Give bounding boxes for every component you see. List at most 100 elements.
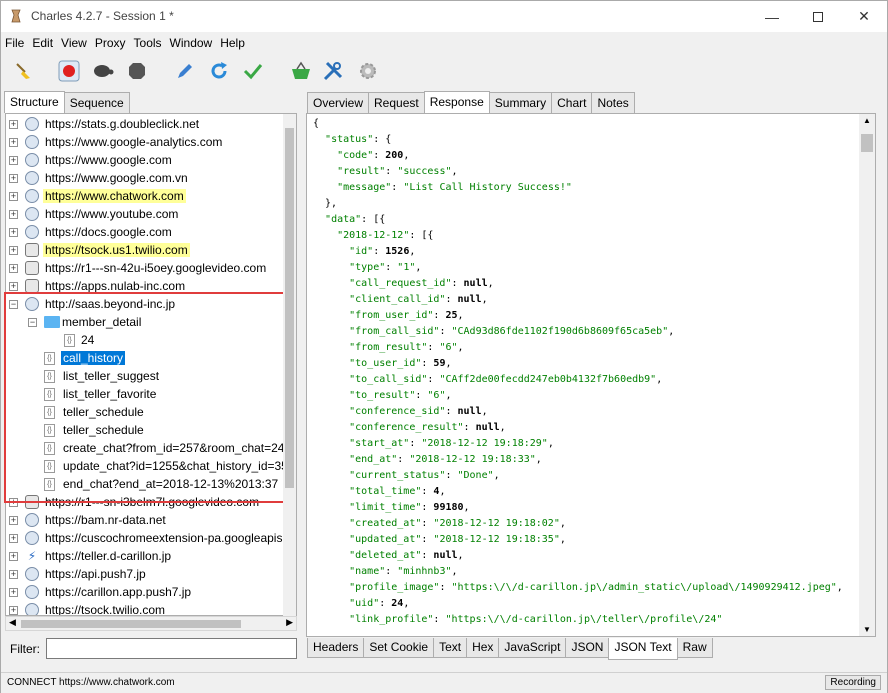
expand-toggle-icon[interactable]: + [9,137,18,147]
preferences-button[interactable] [356,59,380,83]
expand-toggle-icon[interactable]: + [9,227,18,237]
tree-host-row[interactable]: + https://tsock.twilio.com [6,601,296,615]
tree-host-row[interactable]: + https://docs.google.com [6,223,296,241]
tree-file-row[interactable]: {} list_teller_suggest [6,367,296,385]
tools-basket-button[interactable] [289,59,313,83]
validate-button[interactable] [241,59,265,83]
scrollbar-thumb[interactable] [861,134,873,152]
expand-toggle-icon[interactable]: + [9,173,18,183]
tree-host-row[interactable]: + https://www.youtube.com [6,205,296,223]
tree-host-row[interactable]: + https://cuscochromeextension-pa.googlea… [6,529,296,547]
tree-host-row[interactable]: + https://stats.g.doubleclick.net [6,115,296,133]
expand-toggle-icon[interactable]: + [9,569,18,579]
expand-toggle-icon[interactable]: + [9,119,18,129]
tree-horizontal-scrollbar[interactable]: ◀ ▶ [5,616,297,631]
tree-host-row[interactable]: + https://www.google.com [6,151,296,169]
scrollbar-thumb[interactable] [285,128,294,488]
expand-toggle-icon[interactable]: + [9,605,18,615]
expand-toggle-icon[interactable]: + [9,245,18,255]
scroll-left-arrow-icon[interactable]: ◀ [9,617,16,628]
menu-file[interactable]: File [1,34,28,54]
tree-host-row[interactable]: + https://tsock.us1.twilio.com [6,241,296,259]
settings-tools-button[interactable] [321,59,345,83]
tab-text[interactable]: Text [433,638,468,658]
scroll-down-arrow-icon[interactable]: ▼ [863,625,871,634]
close-button[interactable]: ✕ [841,1,887,32]
menu-tools[interactable]: Tools [130,34,166,54]
expand-toggle-icon[interactable]: + [9,263,18,273]
filter-input[interactable] [46,638,297,659]
expand-toggle-icon[interactable]: + [9,497,18,507]
tree-host-row[interactable]: + https://apps.nulab-inc.com [6,277,296,295]
scrollbar-thumb[interactable] [21,620,241,628]
tree-vertical-scrollbar[interactable] [283,114,296,616]
tab-javascript[interactable]: JavaScript [498,638,567,658]
tab-chart[interactable]: Chart [551,92,593,113]
minimize-button[interactable]: — [749,1,795,32]
tab-raw[interactable]: Raw [676,638,713,658]
json-response-view[interactable]: { "status": { "code": 200, "result": "su… [306,113,876,637]
tab-set-cookie[interactable]: Set Cookie [363,638,435,658]
json-text-line: "end_at": "2018-12-12 19:18:33", [349,454,542,465]
breakpoints-button[interactable] [125,59,149,83]
tab-json-text[interactable]: JSON Text [608,638,678,660]
tree-file-row[interactable]: {} end_chat?end_at=2018-12-13%2013:37 [6,475,296,493]
tree-host-row[interactable]: + https://r1---sn-i3belm7l.googlevideo.co… [6,493,296,511]
clear-session-button[interactable] [11,59,35,83]
recording-indicator[interactable]: Recording [825,675,881,690]
tree-file-row[interactable]: {} teller_schedule [6,403,296,421]
expand-toggle-icon[interactable]: + [9,191,18,201]
menu-view[interactable]: View [57,34,91,54]
expand-toggle-icon[interactable]: + [9,281,18,291]
repeat-button[interactable] [207,59,231,83]
tab-request[interactable]: Request [368,92,425,113]
scroll-up-arrow-icon[interactable]: ▲ [863,116,871,125]
tree-host-row[interactable]: + https://r1---sn-42u-i5oey.googlevideo.c… [6,259,296,277]
tree-file-row[interactable]: {} create_chat?from_id=257&room_chat=24 [6,439,296,457]
tree-folder-row[interactable]: − member_detail [6,313,296,331]
expand-toggle-icon[interactable]: + [9,155,18,165]
tree-host-row[interactable]: + https://bam.nr-data.net [6,511,296,529]
expand-toggle-icon[interactable]: + [9,533,18,543]
record-button[interactable] [57,59,81,83]
expand-toggle-icon[interactable]: + [9,551,18,561]
tab-notes[interactable]: Notes [591,92,635,113]
tree-host-row[interactable]: + https://www.chatwork.com [6,187,296,205]
expand-toggle-icon[interactable]: + [9,209,18,219]
menu-window[interactable]: Window [166,34,217,54]
tab-json[interactable]: JSON [565,638,610,658]
tree-host-row[interactable]: + https://carillon.app.push7.jp [6,583,296,601]
tree-host-row[interactable]: + https://api.push7.jp [6,565,296,583]
collapse-toggle-icon[interactable]: − [9,299,18,309]
secure-host-icon [25,495,39,509]
throttle-button[interactable] [91,59,115,83]
tab-headers[interactable]: Headers [307,638,365,658]
tab-overview[interactable]: Overview [307,92,370,113]
globe-icon [25,531,39,545]
pane-splitter[interactable] [300,89,303,664]
expand-toggle-icon[interactable]: + [9,587,18,597]
compose-button[interactable] [173,59,197,83]
tree-file-row[interactable]: {} list_teller_favorite [6,385,296,403]
tree-file-row[interactable]: {} 24 [6,331,296,349]
tree-file-row[interactable]: {} call_history [6,349,296,367]
menu-help[interactable]: Help [216,34,249,54]
tree-host-row[interactable]: + ⚡ https://teller.d-carillon.jp [6,547,296,565]
tree-host-row[interactable]: + https://www.google.com.vn [6,169,296,187]
tree-file-row[interactable]: {} update_chat?id=1255&chat_history_id=35 [6,457,296,475]
collapse-toggle-icon[interactable]: − [28,317,37,327]
expand-toggle-icon[interactable]: + [9,515,18,525]
tree-host-row[interactable]: + https://www.google-analytics.com [6,133,296,151]
tree-host-row[interactable]: − http://saas.beyond-inc.jp [6,295,296,313]
json-vertical-scrollbar[interactable]: ▲ ▼ [859,114,875,636]
menu-edit[interactable]: Edit [28,34,57,54]
tab-summary[interactable]: Summary [488,92,553,113]
menu-proxy[interactable]: Proxy [91,34,130,54]
tab-structure[interactable]: Structure [4,91,65,113]
tab-response[interactable]: Response [423,91,490,113]
tab-sequence[interactable]: Sequence [63,92,130,113]
tree-file-row[interactable]: {} teller_schedule [6,421,296,439]
maximize-button[interactable] [795,1,841,32]
tab-hex[interactable]: Hex [466,638,500,658]
scroll-right-arrow-icon[interactable]: ▶ [286,617,293,628]
